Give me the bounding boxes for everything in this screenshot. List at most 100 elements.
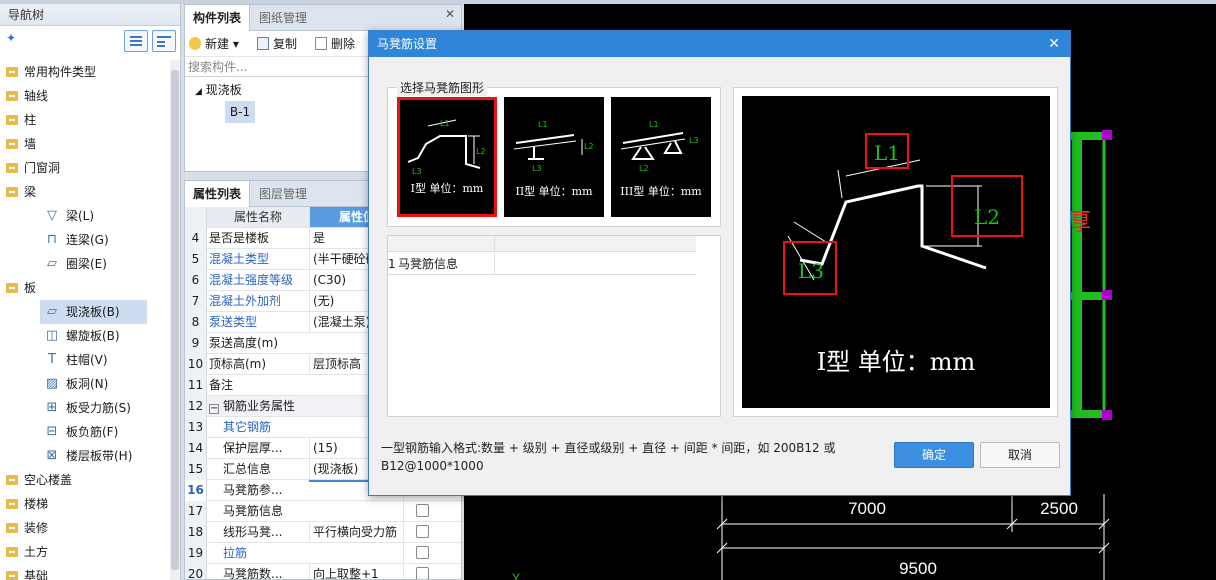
folder-icon: [6, 571, 18, 580]
tree-item-hollow-floor[interactable]: 空心楼盖: [0, 468, 170, 492]
svg-text:L2: L2: [639, 164, 649, 173]
tree-item-slab-hole[interactable]: ▨ 板洞(N): [0, 372, 170, 396]
dimension-9500: 9500: [899, 559, 937, 578]
slab-band-icon: ⊠: [46, 448, 58, 463]
preview-box: L1 L2 L3 I型 单位：mm: [733, 87, 1058, 417]
link-beam-icon: ⊓: [46, 232, 58, 247]
node-bottom: [1102, 410, 1112, 420]
tree-item-cast-slab[interactable]: ▱ 现浇板(B): [40, 300, 147, 324]
svg-text:L2: L2: [974, 205, 1000, 229]
folder-icon: [6, 523, 18, 533]
svg-text:L3: L3: [412, 167, 422, 176]
table-row[interactable]: 1 马凳筋信息: [388, 253, 696, 275]
folder-icon: [6, 475, 18, 485]
beam-vertical: [1072, 132, 1082, 418]
nav-tree: 常用构件类型 轴线 柱 墙 门窗洞 梁 ▽ 梁(L) ⊓ 连梁(G) ▱ 圈梁(E) …: [0, 60, 170, 580]
svg-text:L3: L3: [689, 136, 699, 145]
tab-property-list[interactable]: 属性列表: [185, 181, 251, 207]
beam-icon: ▽: [47, 208, 57, 223]
copy-button[interactable]: 复制: [257, 36, 297, 52]
nav-panel: 导航树 ✦ 常用构件类型 轴线 柱 墙 门窗洞 梁 ▽ 梁(L) ⊓ 连梁(G) ▱…: [0, 4, 181, 580]
tree-node-cast-slab[interactable]: ◢ 现浇板: [195, 81, 242, 98]
svg-text:L1: L1: [538, 120, 548, 129]
tree-item-beam-l[interactable]: ▽ 梁(L): [0, 204, 170, 228]
checkbox[interactable]: [416, 504, 429, 517]
component-tabs: 构件列表 图纸管理 ✕: [185, 5, 461, 31]
tab-drawing-manage[interactable]: 图纸管理: [251, 5, 315, 31]
svg-text:L3: L3: [532, 164, 542, 173]
svg-text:L2: L2: [584, 142, 594, 151]
tree-item-slab-band[interactable]: ⊠ 楼层板带(H): [0, 444, 170, 468]
tree-item-slab[interactable]: 板: [0, 276, 170, 300]
axis-label: Y: [512, 571, 520, 580]
close-icon[interactable]: ✕: [445, 7, 455, 21]
shape-type-3[interactable]: L1 L3 L2 III型 单位：mm: [611, 97, 711, 217]
tree-item-foundation[interactable]: 基础: [0, 564, 170, 580]
tab-layer-manage[interactable]: 图层管理: [251, 181, 315, 207]
table-row[interactable]: 18 线形马凳... 平行横向受力筋: [185, 522, 461, 543]
svg-text:L1: L1: [440, 119, 450, 128]
slab-rebar-icon: ⊞: [46, 400, 58, 415]
dimension-2500: 2500: [1040, 499, 1078, 518]
tree-item-spiral-slab[interactable]: ◫ 螺旋板(B): [0, 324, 170, 348]
collapse-arrow-icon[interactable]: ◢: [195, 87, 202, 97]
tree-item-column-cap[interactable]: T 柱帽(V): [0, 348, 170, 372]
close-icon[interactable]: ✕: [1048, 31, 1060, 57]
folder-icon: [6, 499, 18, 509]
sparkle-icon[interactable]: ✦: [6, 31, 16, 45]
folder-icon: [6, 115, 18, 125]
shape-3-caption: III型 单位：mm: [620, 185, 702, 198]
shape-type-2[interactable]: L1 L2 L3 II型 单位：mm: [504, 97, 604, 217]
nav-scrollbar[interactable]: [170, 60, 180, 580]
info-table-header: [388, 236, 696, 252]
detail-view-button[interactable]: [152, 30, 176, 52]
svg-text:L3: L3: [798, 259, 824, 283]
table-row[interactable]: 19 拉筋: [185, 543, 461, 564]
tree-item-decoration[interactable]: 装修: [0, 516, 170, 540]
shape-3-drawing: L1 L3 L2: [620, 120, 699, 173]
table-row[interactable]: 20 马凳筋数... 向上取整+1: [185, 564, 461, 579]
tree-item-slab-rebar[interactable]: ⊞ 板受力筋(S): [0, 396, 170, 420]
ok-button[interactable]: 确定: [894, 442, 974, 468]
tree-item-ring-beam[interactable]: ▱ 圈梁(E): [0, 252, 170, 276]
tree-item-stair[interactable]: 楼梯: [0, 492, 170, 516]
dimension-7000: 7000: [848, 499, 886, 518]
svg-text:L2: L2: [476, 147, 486, 156]
delete-button[interactable]: 删除: [315, 36, 355, 52]
neg-rebar-icon: ⊟: [46, 424, 58, 439]
collapse-icon[interactable]: −: [209, 404, 219, 414]
tab-component-list[interactable]: 构件列表: [185, 5, 251, 31]
tree-item-common[interactable]: 常用构件类型: [0, 60, 170, 84]
tree-item-neg-rebar[interactable]: ⊟ 板负筋(F): [0, 420, 170, 444]
tree-item-column[interactable]: 柱: [0, 108, 170, 132]
folder-icon: [6, 67, 18, 77]
shape-2-drawing: L1 L2 L3: [513, 120, 594, 173]
tree-item-door-window[interactable]: 门窗洞: [0, 156, 170, 180]
list-view-button[interactable]: [124, 30, 148, 52]
checkbox[interactable]: [416, 525, 429, 538]
folder-icon: [6, 91, 18, 101]
tree-node-b1[interactable]: B-1: [225, 101, 255, 123]
tree-item-axis[interactable]: 轴线: [0, 84, 170, 108]
copy-icon: [257, 37, 269, 50]
checkbox[interactable]: [416, 567, 429, 579]
tree-item-beam[interactable]: 梁: [0, 180, 170, 204]
delete-icon: [315, 37, 327, 50]
rebar-info-table: 1 马凳筋信息: [387, 235, 721, 417]
new-button[interactable]: 新建 ▾: [189, 36, 239, 52]
folder-open-icon: [6, 283, 18, 293]
tree-item-link-beam[interactable]: ⊓ 连梁(G): [0, 228, 170, 252]
cancel-button[interactable]: 取消: [980, 442, 1060, 468]
spiral-slab-icon: ◫: [45, 328, 59, 343]
node-mid: [1102, 290, 1112, 300]
checkbox[interactable]: [416, 546, 429, 559]
shape-type-1[interactable]: L1 L2 L3 I型 单位：mm: [397, 97, 497, 217]
table-row[interactable]: 17 马凳筋信息: [185, 501, 461, 522]
svg-text:L1: L1: [874, 141, 900, 165]
preview-caption: I型 单位：mm: [816, 348, 976, 376]
tree-item-wall[interactable]: 墙: [0, 132, 170, 156]
shape-group-label: 选择马凳筋图形: [397, 79, 488, 96]
ring-beam-icon: ▱: [47, 256, 57, 271]
new-icon: [189, 37, 201, 50]
tree-item-earthwork[interactable]: 土方: [0, 540, 170, 564]
